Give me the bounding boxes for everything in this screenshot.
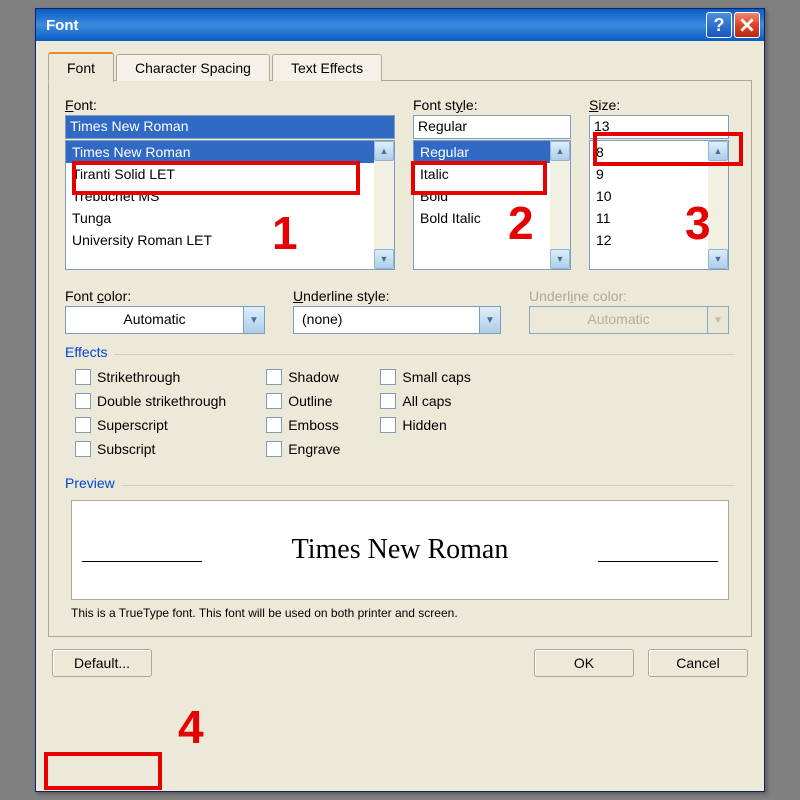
dialog-title: Font	[46, 17, 704, 34]
scroll-track[interactable]	[550, 161, 570, 249]
chevron-down-icon[interactable]: ▼	[479, 306, 501, 334]
tab-spacing-label: Character Spacing	[135, 60, 251, 76]
checkbox-superscript[interactable]: Superscript	[75, 417, 226, 433]
checkbox-icon	[380, 417, 396, 433]
style-item[interactable]: Bold	[414, 185, 550, 207]
scroll-down-icon[interactable]: ▼	[550, 249, 570, 269]
checkbox-icon	[75, 393, 91, 409]
button-bar: Default... OK Cancel	[48, 649, 752, 677]
font-item[interactable]: University Roman LET	[66, 229, 374, 251]
checkbox-icon	[266, 369, 282, 385]
size-input[interactable]: 13	[589, 115, 729, 139]
font-color-value: Automatic	[65, 306, 243, 334]
preview-title: Preview	[65, 475, 121, 491]
style-list-scrollbar[interactable]: ▲ ▼	[550, 141, 570, 269]
checkbox-shadow[interactable]: Shadow	[266, 369, 340, 385]
checkbox-outline[interactable]: Outline	[266, 393, 340, 409]
font-label: Font:	[65, 97, 395, 113]
checkbox-small-caps[interactable]: Small caps	[380, 369, 470, 385]
style-item[interactable]: Italic	[414, 163, 550, 185]
dialog-content: Font Character Spacing Text Effects Font…	[36, 41, 764, 687]
style-item[interactable]: Bold Italic	[414, 207, 550, 229]
size-item[interactable]: 8	[590, 141, 708, 163]
preview-baseline	[598, 561, 718, 562]
tab-character-spacing[interactable]: Character Spacing	[116, 54, 270, 81]
effects-group: Effects Strikethrough Double strikethrou…	[65, 354, 735, 463]
checkbox-strikethrough[interactable]: Strikethrough	[75, 369, 226, 385]
scroll-track[interactable]	[708, 161, 728, 249]
checkbox-icon	[380, 369, 396, 385]
checkbox-emboss[interactable]: Emboss	[266, 417, 340, 433]
checkbox-subscript[interactable]: Subscript	[75, 441, 226, 457]
size-label: Size:	[589, 97, 729, 113]
preview-box: Times New Roman	[71, 500, 729, 600]
tab-text-effects[interactable]: Text Effects	[272, 54, 382, 81]
scroll-track[interactable]	[374, 161, 394, 249]
checkbox-icon	[75, 369, 91, 385]
checkbox-icon	[266, 393, 282, 409]
size-list-scrollbar[interactable]: ▲ ▼	[708, 141, 728, 269]
checkbox-icon	[75, 417, 91, 433]
checkbox-icon	[266, 441, 282, 457]
underline-color-value: Automatic	[529, 306, 707, 334]
tab-strip: Font Character Spacing Text Effects	[48, 51, 752, 81]
size-item[interactable]: 9	[590, 163, 708, 185]
preview-group: Preview Times New Roman This is a TrueTy…	[65, 485, 735, 626]
font-item[interactable]: Times New Roman	[66, 141, 374, 163]
font-color-label: Font color:	[65, 288, 265, 304]
font-item[interactable]: Tiranti Solid LET	[66, 163, 374, 185]
preview-baseline	[82, 561, 202, 562]
font-listbox[interactable]: Times New Roman Tiranti Solid LET Trebuc…	[65, 140, 395, 270]
scroll-down-icon[interactable]: ▼	[708, 249, 728, 269]
checkbox-icon	[266, 417, 282, 433]
underline-style-value: (none)	[293, 306, 479, 334]
tab-font-label: Font	[67, 60, 95, 76]
font-hint: This is a TrueType font. This font will …	[71, 606, 729, 620]
tab-effects-label: Text Effects	[291, 60, 363, 76]
size-item[interactable]: 10	[590, 185, 708, 207]
checkbox-engrave[interactable]: Engrave	[266, 441, 340, 457]
cancel-button[interactable]: Cancel	[648, 649, 748, 677]
size-item[interactable]: 11	[590, 207, 708, 229]
font-style-listbox[interactable]: Regular Italic Bold Bold Italic ▲ ▼	[413, 140, 571, 270]
font-item[interactable]: Tunga	[66, 207, 374, 229]
size-item[interactable]: 12	[590, 229, 708, 251]
scroll-up-icon[interactable]: ▲	[374, 141, 394, 161]
underline-color-combo: Automatic ▼	[529, 306, 729, 334]
underline-style-combo[interactable]: (none) ▼	[293, 306, 501, 334]
checkbox-icon	[75, 441, 91, 457]
tab-panel-font: Font: Times New Roman Times New Roman Ti…	[48, 81, 752, 637]
checkbox-icon	[380, 393, 396, 409]
font-style-label: Font style:	[413, 97, 571, 113]
checkbox-hidden[interactable]: Hidden	[380, 417, 470, 433]
titlebar: Font ?	[36, 9, 764, 41]
default-button[interactable]: Default...	[52, 649, 152, 677]
font-color-combo[interactable]: Automatic ▼	[65, 306, 265, 334]
font-item[interactable]: Trebuchet MS	[66, 185, 374, 207]
font-style-input[interactable]: Regular	[413, 115, 571, 139]
effects-title: Effects	[65, 344, 114, 360]
font-input[interactable]: Times New Roman	[65, 115, 395, 139]
underline-style-label: Underline style:	[293, 288, 501, 304]
scroll-up-icon[interactable]: ▲	[708, 141, 728, 161]
preview-text: Times New Roman	[292, 534, 509, 566]
size-listbox[interactable]: 8 9 10 11 12 ▲ ▼	[589, 140, 729, 270]
checkbox-all-caps[interactable]: All caps	[380, 393, 470, 409]
ok-button[interactable]: OK	[534, 649, 634, 677]
checkbox-double-strikethrough[interactable]: Double strikethrough	[75, 393, 226, 409]
font-list-scrollbar[interactable]: ▲ ▼	[374, 141, 394, 269]
close-button[interactable]	[734, 12, 760, 38]
style-item[interactable]: Regular	[414, 141, 550, 163]
underline-color-label: Underline color:	[529, 288, 729, 304]
scroll-down-icon[interactable]: ▼	[374, 249, 394, 269]
chevron-down-icon[interactable]: ▼	[243, 306, 265, 334]
font-dialog: Font ? Font Character Spacing Text Effec…	[35, 8, 765, 792]
chevron-down-icon: ▼	[707, 306, 729, 334]
scroll-up-icon[interactable]: ▲	[550, 141, 570, 161]
help-button[interactable]: ?	[706, 12, 732, 38]
close-icon	[740, 18, 754, 32]
tab-font[interactable]: Font	[48, 52, 114, 82]
